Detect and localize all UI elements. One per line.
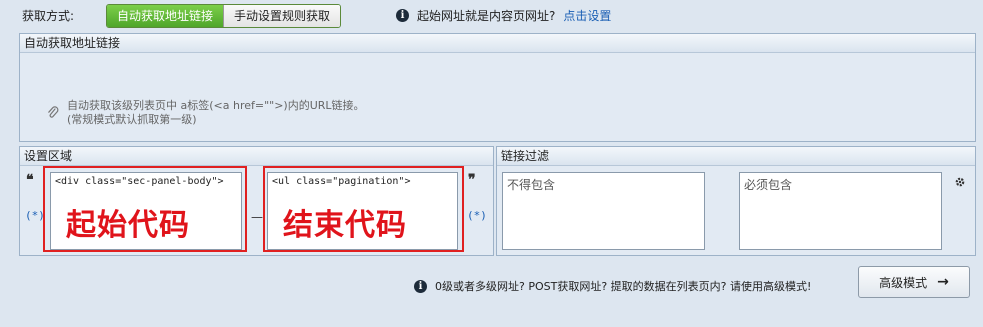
end-wildcard-button[interactable]: (*) (467, 209, 487, 222)
advanced-mode-button-label: 高级模式 (879, 275, 928, 290)
auto-fetch-panel-title: 自动获取地址链接 (20, 34, 975, 53)
close-quote-icon: ❞ (468, 172, 476, 188)
start-code-annotation: 起始代码 (66, 208, 190, 243)
start-url-info: i 起始网址就是内容页网址? 点击设置 (396, 7, 611, 24)
include-filter-input[interactable]: 必须包含 (739, 172, 942, 250)
paperclip-icon (47, 106, 59, 124)
settings-area-title: 设置区域 (20, 147, 493, 166)
auto-fetch-panel: 自动获取地址链接 自动获取该级列表页中 a标签(<a href="">)内的UR… (19, 33, 976, 142)
auto-fetch-panel-body: 自动获取该级列表页中 a标签(<a href="">)内的URL链接。 (常规模… (20, 53, 975, 141)
auto-fetch-description: 自动获取该级列表页中 a标签(<a href="">)内的URL链接。 (常规模… (67, 99, 365, 127)
end-code-annotation: 结束代码 (283, 208, 407, 243)
exclude-filter-input[interactable]: 不得包含 (502, 172, 705, 250)
advanced-mode-button[interactable]: 高级模式 → (858, 266, 970, 298)
fetch-mode-label: 获取方式: (22, 9, 75, 23)
click-settings-link[interactable]: 点击设置 (563, 7, 611, 24)
gear-icon[interactable] (954, 176, 966, 191)
advanced-mode-hint-text: 0级或者多级网址? POST获取网址? 提取的数据在列表页内? 请使用高级模式! (435, 280, 812, 293)
open-quote-icon: ❝ (26, 172, 34, 188)
auto-fetch-description-line1: 自动获取该级列表页中 a标签(<a href="">)内的URL链接。 (67, 99, 365, 112)
auto-fetch-description-line2: (常规模式默认抓取第一级) (67, 113, 197, 126)
link-filter-title: 链接过滤 (497, 147, 975, 166)
advanced-mode-hint: i 0级或者多级网址? POST获取网址? 提取的数据在列表页内? 请使用高级模… (414, 278, 811, 294)
tab-auto-fetch[interactable]: 自动获取地址链接 (107, 5, 224, 27)
info-icon: i (414, 279, 427, 293)
info-icon: i (396, 9, 409, 22)
range-separator: — (251, 210, 263, 224)
start-url-info-text: 起始网址就是内容页网址? (417, 9, 556, 23)
tab-manual-rules[interactable]: 手动设置规则获取 (223, 5, 341, 27)
start-wildcard-button[interactable]: (*) (25, 209, 45, 222)
fetch-mode-segmented-control[interactable]: 自动获取地址链接 手动设置规则获取 (106, 4, 342, 28)
arrow-right-icon: → (937, 274, 949, 290)
